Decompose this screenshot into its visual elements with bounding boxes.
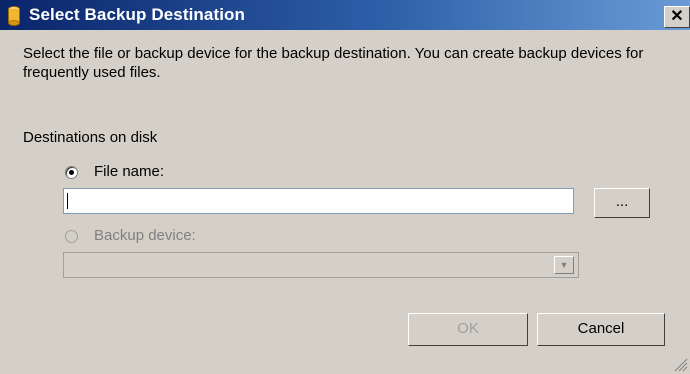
cancel-button[interactable]: Cancel xyxy=(537,313,665,346)
section-label: Destinations on disk xyxy=(23,129,158,146)
backup-device-select[interactable]: ▼ xyxy=(63,252,579,278)
resize-grip-icon[interactable] xyxy=(672,356,688,372)
file-name-radio[interactable] xyxy=(65,166,78,179)
browse-button[interactable]: ... xyxy=(594,188,650,218)
dialog-description: Select the file or backup device for the… xyxy=(23,45,644,81)
chevron-down-icon[interactable]: ▼ xyxy=(554,256,574,274)
select-backup-destination-dialog: Select Backup Destination ✕ Select the f… xyxy=(0,0,690,374)
backup-device-radio[interactable] xyxy=(65,230,78,243)
close-button[interactable]: ✕ xyxy=(664,6,690,28)
window-title: Select Backup Destination xyxy=(29,5,246,24)
file-name-label: File name: xyxy=(94,163,165,180)
text-caret xyxy=(67,193,68,209)
database-icon xyxy=(8,6,20,26)
title-bar[interactable]: Select Backup Destination ✕ xyxy=(0,0,690,30)
ok-button[interactable]: OK xyxy=(408,313,528,346)
backup-device-label: Backup device: xyxy=(94,227,196,244)
close-icon: ✕ xyxy=(670,8,684,25)
file-name-input[interactable] xyxy=(63,188,574,214)
